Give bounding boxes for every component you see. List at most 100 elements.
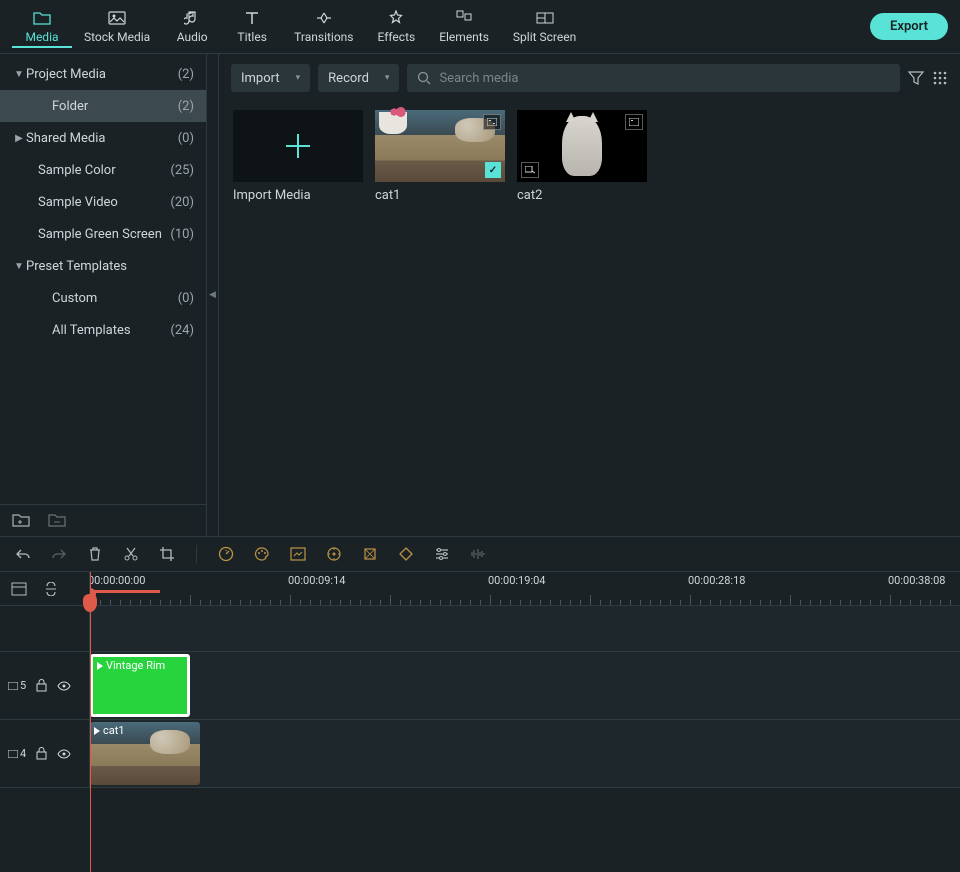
import-media-thumb[interactable]	[233, 110, 363, 182]
tab-split-screen-label: Split Screen	[513, 30, 576, 44]
stock-media-icon	[108, 9, 126, 27]
tab-transitions-label: Transitions	[294, 30, 353, 44]
delete-folder-icon[interactable]	[48, 513, 64, 529]
sidebar-item[interactable]: All Templates(24)	[0, 314, 206, 346]
auto-ripple-icon[interactable]	[40, 578, 62, 600]
grid-view-icon[interactable]	[932, 70, 948, 86]
search-icon	[417, 71, 431, 85]
timeline-toolbar	[0, 536, 960, 572]
timeline-ruler[interactable]: 00:00:00:00 00:00:09:14 00:00:19:04 00:0…	[90, 572, 960, 605]
tree-label: Project Media	[26, 67, 178, 82]
import-media-tile[interactable]: Import Media	[233, 110, 363, 203]
sidebar-item[interactable]: ▶Shared Media(0)	[0, 122, 206, 154]
crop-icon[interactable]	[156, 543, 178, 565]
track-body-5[interactable]: Vintage Rim	[90, 652, 960, 719]
ruler-label: 00:00:09:14	[288, 574, 345, 587]
media-tree: ▼Project Media(2)Folder(2)▶Shared Media(…	[0, 54, 206, 504]
effects-icon	[387, 9, 405, 27]
filter-icon[interactable]	[908, 70, 924, 86]
sidebar-item[interactable]: ▼Project Media(2)	[0, 58, 206, 90]
adjust-icon[interactable]	[431, 543, 453, 565]
new-folder-icon[interactable]	[12, 513, 28, 529]
tree-label: Sample Video	[38, 195, 170, 210]
tab-effects-label: Effects	[378, 30, 416, 44]
tree-count: (10)	[170, 227, 194, 242]
green-screen-icon[interactable]	[287, 543, 309, 565]
media-item-cat1[interactable]: ✓ cat1	[375, 110, 505, 203]
redo-icon[interactable]	[48, 543, 70, 565]
track-type-video-icon: 5	[8, 679, 26, 692]
sidebar-item[interactable]: Sample Color(25)	[0, 154, 206, 186]
export-button[interactable]: Export	[870, 13, 948, 40]
timeline-options-icon[interactable]	[8, 578, 30, 600]
media-item-cat2[interactable]: cat2	[517, 110, 647, 203]
tab-transitions[interactable]: Transitions	[282, 5, 365, 48]
sidebar-item[interactable]: Sample Green Screen(10)	[0, 218, 206, 250]
audio-waveform-icon[interactable]	[467, 543, 489, 565]
tab-titles[interactable]: Titles	[222, 5, 282, 48]
tree-label: All Templates	[52, 323, 170, 338]
clip-effect[interactable]: Vintage Rim	[90, 654, 190, 717]
track-body-4[interactable]: cat1	[90, 720, 960, 787]
track-visibility-icon[interactable]	[57, 681, 71, 691]
tab-titles-label: Titles	[237, 30, 266, 44]
track-4: 4 cat1	[0, 720, 960, 788]
tab-media-label: Media	[25, 30, 58, 44]
media-toolbar: Import▾ Record▾	[219, 60, 960, 96]
tree-label: Preset Templates	[26, 259, 194, 274]
sidebar-item[interactable]: Folder(2)	[0, 90, 206, 122]
ruler-label: 00:00:28:18	[688, 574, 745, 587]
play-icon	[97, 662, 103, 670]
track-spacer	[0, 606, 960, 652]
tab-elements[interactable]: Elements	[427, 5, 501, 48]
track-visibility-icon[interactable]	[57, 749, 71, 759]
tab-media[interactable]: Media	[12, 5, 72, 48]
tab-audio-label: Audio	[177, 30, 208, 44]
split-icon[interactable]	[120, 543, 142, 565]
sidebar-item[interactable]: Custom(0)	[0, 282, 206, 314]
tree-count: (20)	[170, 195, 194, 210]
add-to-timeline-icon[interactable]	[521, 162, 539, 178]
tree-count: (24)	[170, 323, 194, 338]
clip-title: Vintage Rim	[97, 659, 165, 672]
color-icon[interactable]	[251, 543, 273, 565]
speed-icon[interactable]	[215, 543, 237, 565]
sidebar-collapse-handle[interactable]: ◀	[207, 54, 219, 536]
record-dropdown-label: Record	[328, 71, 369, 86]
media-thumb-cat1[interactable]: ✓	[375, 110, 505, 182]
video-badge-icon	[625, 114, 643, 130]
search-input[interactable]	[439, 71, 890, 86]
track-type-video-icon: 4	[8, 747, 26, 760]
track-lock-icon[interactable]	[36, 679, 47, 692]
tab-audio[interactable]: Audio	[162, 5, 222, 48]
record-dropdown[interactable]: Record▾	[318, 64, 399, 92]
sidebar-item[interactable]: Sample Video(20)	[0, 186, 206, 218]
sidebar-item[interactable]: ▼Preset Templates	[0, 250, 206, 282]
search-field-wrap	[407, 64, 900, 92]
tree-count: (0)	[178, 291, 194, 306]
tab-stock-media[interactable]: Stock Media	[72, 5, 162, 48]
import-dropdown-label: Import	[241, 71, 280, 86]
track-lock-icon[interactable]	[36, 747, 47, 760]
media-thumb-cat2[interactable]	[517, 110, 647, 182]
clip-title: cat1	[94, 724, 125, 737]
import-dropdown[interactable]: Import▾	[231, 64, 310, 92]
import-media-label: Import Media	[233, 188, 363, 203]
tree-label: Sample Green Screen	[38, 227, 170, 242]
top-tab-bar: Media Stock Media Audio Titles Transitio…	[0, 0, 960, 54]
timecode-current: 00:00:00:00	[90, 574, 145, 587]
tree-count: (2)	[178, 99, 194, 114]
motion-tracking-icon[interactable]	[323, 543, 345, 565]
tab-split-screen[interactable]: Split Screen	[501, 5, 588, 48]
ruler-label: 00:00:38:08	[888, 574, 945, 587]
keyframe-icon[interactable]	[395, 543, 417, 565]
undo-icon[interactable]	[12, 543, 34, 565]
clip-video-cat1[interactable]: cat1	[90, 722, 200, 785]
mask-icon[interactable]	[359, 543, 381, 565]
sidebar-footer	[0, 504, 206, 536]
chevron-icon: ▼	[12, 261, 26, 272]
tree-label: Folder	[52, 99, 178, 114]
tab-effects[interactable]: Effects	[366, 5, 428, 48]
media-panel: Import▾ Record▾ Import Media	[219, 54, 960, 536]
delete-icon[interactable]	[84, 543, 106, 565]
